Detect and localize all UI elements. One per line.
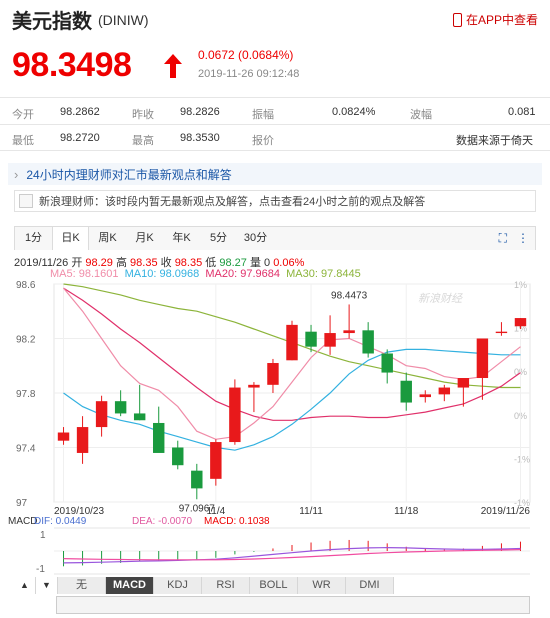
candle-body (305, 331, 317, 347)
scroll-up-button[interactable]: ▲ (14, 577, 36, 594)
candle-body (381, 353, 393, 373)
y-tick-label: 97.8 (16, 389, 36, 400)
indicator-tab-kdj[interactable]: KDJ (154, 577, 202, 594)
macd-dif-value: DIF: 0.0449 (34, 516, 87, 527)
x-tick-label: 2019/11/26 (481, 506, 531, 517)
macd-dea-value: DEA: -0.0070 (132, 516, 192, 527)
candle-body (133, 413, 146, 421)
ma10-line (63, 348, 521, 451)
x-tick-label: 11/11 (299, 506, 323, 517)
ma5-line (63, 287, 521, 440)
y-tick-label: 98.2 (16, 335, 36, 346)
high-annotation: 98.4473 (331, 290, 368, 301)
scroll-down-button[interactable]: ▼ (36, 577, 58, 594)
candle-body (57, 432, 70, 441)
low-annotation: 97.0967 (179, 503, 216, 514)
candle-body (324, 333, 336, 347)
indicator-tab-boll[interactable]: BOLL (250, 577, 298, 594)
kline-chart[interactable]: 98.698.297.897.4971%1%0%0%-1%-1%2019/10/… (0, 0, 550, 618)
candle-body (210, 442, 222, 479)
indicator-tab-dmi[interactable]: DMI (346, 577, 394, 594)
candle-body (229, 387, 241, 443)
candle-body (76, 427, 89, 453)
candle-body (438, 387, 451, 395)
candle-body (400, 380, 412, 403)
x-tick-label: 11/18 (394, 506, 419, 517)
candle-body (95, 401, 108, 428)
indicator-tab-rsi[interactable]: RSI (202, 577, 250, 594)
candle-body (267, 363, 279, 385)
indicator-tab-none[interactable]: 无 (58, 577, 106, 594)
candle-body (343, 330, 355, 334)
candle-body (362, 330, 374, 354)
candle-body (248, 384, 260, 388)
macd-y-tick: 1 (40, 530, 46, 541)
candle-body (114, 401, 127, 414)
candle-body (514, 318, 527, 327)
indicator-tab-macd[interactable]: MACD (106, 577, 154, 594)
indicator-tab-wr[interactable]: WR (298, 577, 346, 594)
candle-body (153, 422, 165, 453)
y-tick-label: 97 (16, 498, 28, 509)
candle-body (457, 378, 470, 388)
candle-body (172, 447, 184, 466)
macd-y-tick: -1 (36, 564, 45, 575)
range-navigator[interactable] (56, 596, 530, 614)
macd-macd-value: MACD: 0.1038 (204, 516, 270, 527)
candle-body (419, 394, 431, 398)
y-tick-label: 97.4 (16, 444, 36, 455)
watermark: 新浪财经 (418, 292, 463, 305)
y-right-tick-label: -1% (514, 454, 530, 464)
candle-body (495, 331, 508, 334)
candle-body (191, 470, 203, 489)
candle-body (286, 324, 298, 361)
y-tick-label: 98.6 (16, 280, 36, 291)
indicator-tabs: ▲ ▼ 无 MACD KDJ RSI BOLL WR DMI (14, 577, 394, 594)
candle-body (476, 338, 489, 379)
